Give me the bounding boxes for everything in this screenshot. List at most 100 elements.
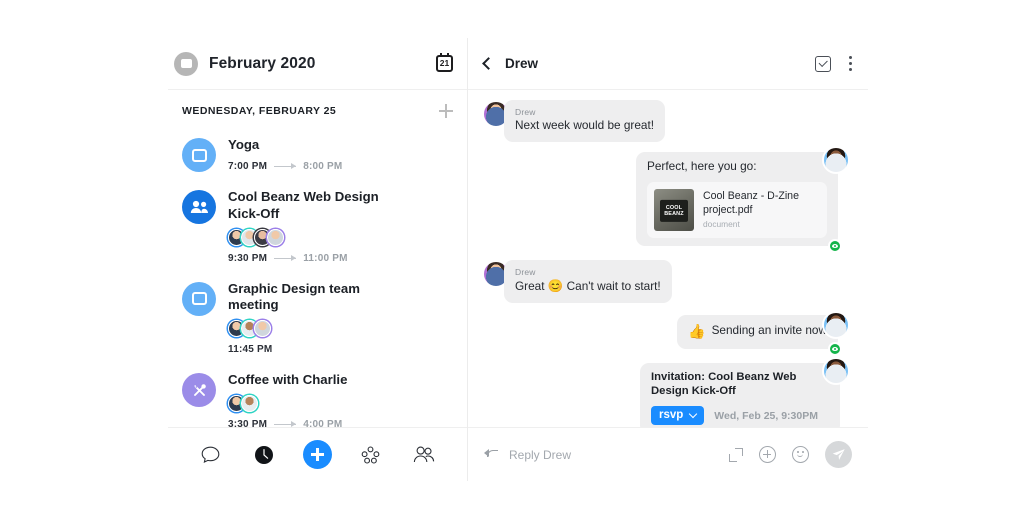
message-composer: Reply Drew — [468, 427, 868, 481]
message-row: Invitation: Cool Beanz Web Design Kick-O… — [482, 356, 850, 427]
add-event-icon[interactable] — [439, 104, 453, 118]
message-sender: Drew — [515, 266, 536, 277]
contacts-tab[interactable] — [409, 440, 439, 470]
chat-panel: Drew Drew Next week would be great! Perf… — [468, 38, 868, 481]
event-start-time: 7:00 PM — [228, 160, 268, 172]
invitation-card[interactable]: Invitation: Cool Beanz Web Design Kick-O… — [640, 362, 840, 427]
message-bubble[interactable]: 👍 Sending an invite now — [677, 314, 842, 356]
message-text: Next week would be great! — [515, 118, 655, 132]
attachment-thumb-label: COOL BEANZ — [660, 199, 688, 222]
chat-tab[interactable] — [196, 440, 226, 470]
checkbox-task-icon[interactable] — [815, 55, 831, 72]
list-item[interactable]: Cool Beanz Web Design Kick-Off 9:30 PM 1… — [168, 182, 467, 274]
plus-circle-icon — [759, 446, 776, 463]
event-end-time: 4:00 PM — [303, 418, 343, 427]
event-time: 9:30 PM 11:00 PM — [228, 253, 403, 264]
event-time: 11:45 PM — [228, 344, 403, 355]
food-event-icon — [182, 373, 216, 408]
attachment-name: Cool Beanz - D-Zine project.pdf — [703, 190, 799, 216]
emoji-smile-icon: 😊 — [547, 278, 564, 293]
invitation-actions: rsvp Wed, Feb 25, 9:30PM — [651, 406, 829, 425]
people-icon — [414, 446, 435, 463]
avatar — [267, 228, 284, 246]
message-sender: Drew — [515, 107, 536, 117]
chevron-down-icon — [689, 409, 698, 418]
emoji-button[interactable] — [792, 446, 809, 463]
event-end-time: 11:00 PM — [303, 252, 348, 264]
event-start-time: 11:45 PM — [228, 344, 273, 356]
list-item[interactable]: Coffee with Charlie 3:30 PM 4:00 PM — [168, 365, 467, 427]
reply-arrow-icon[interactable] — [484, 449, 498, 460]
rsvp-dropdown-button[interactable]: rsvp — [651, 406, 705, 425]
send-button[interactable] — [825, 441, 852, 468]
cluster-icon — [362, 445, 380, 464]
message-text: Great 😊 Can't wait to start! — [515, 278, 661, 295]
list-item[interactable]: Yoga 7:00 PM 8:00 PM — [168, 130, 467, 182]
create-button[interactable] — [302, 440, 332, 470]
message-list: Drew Next week would be great! Perfect, … — [468, 90, 868, 427]
avatar — [822, 356, 850, 385]
smiley-icon — [792, 446, 809, 463]
calendar-event-icon — [182, 281, 216, 316]
attach-button[interactable] — [759, 446, 776, 463]
status-badge-seen — [828, 341, 842, 356]
attendee-avatars[interactable] — [228, 394, 347, 412]
event-end-time: 8:00 PM — [303, 160, 343, 172]
arrow-icon — [274, 255, 297, 262]
expand-button[interactable] — [729, 447, 743, 462]
avatar — [254, 320, 271, 338]
event-title: Graphic Design team meeting — [228, 280, 360, 313]
message-text-before: Great — [515, 278, 545, 293]
message-text-body: Sending an invite now — [711, 323, 827, 338]
messaging-calendar-app: February 2020 21 WEDNESDAY, FEBRUARY 25 … — [168, 38, 868, 481]
message-row: Perfect, here you go: COOL BEANZ Cool Be… — [482, 145, 850, 253]
message-text: Perfect, here you go: — [647, 158, 757, 173]
reply-input[interactable]: Reply Drew — [509, 448, 713, 462]
event-title: Coffee with Charlie — [228, 372, 348, 388]
chat-header: Drew — [468, 38, 868, 90]
file-attachment[interactable]: COOL BEANZ Cool Beanz - D-Zine project.p… — [647, 181, 827, 238]
send-plane-icon — [832, 449, 845, 460]
status-badge-seen — [828, 238, 842, 253]
avatar — [822, 310, 850, 339]
back-chevron-icon[interactable] — [482, 57, 495, 70]
message-bubble[interactable]: Perfect, here you go: COOL BEANZ Cool Be… — [636, 151, 842, 253]
rsvp-label: rsvp — [659, 409, 684, 421]
event-start-time: 9:30 PM — [228, 252, 268, 264]
bottom-navigation — [168, 427, 467, 481]
chat-title: Drew — [505, 56, 539, 71]
message-bubble[interactable]: Drew Great 😊 Can't wait to start! — [504, 259, 672, 303]
composer-actions — [713, 441, 852, 468]
more-vertical-icon[interactable] — [849, 56, 852, 71]
emoji-thumbs-up-icon: 👍 — [688, 322, 706, 339]
people-glyph — [190, 200, 208, 213]
message-text: 👍 Sending an invite now — [688, 322, 827, 341]
event-title: Yoga — [228, 137, 260, 152]
event-time: 7:00 PM 8:00 PM — [228, 161, 342, 172]
day-header-row: WEDNESDAY, FEBRUARY 25 — [168, 90, 467, 126]
message-row: Drew Great 😊 Can't wait to start! — [482, 259, 850, 303]
event-time: 3:30 PM 4:00 PM — [228, 419, 347, 427]
avatar — [822, 145, 850, 174]
attendee-avatars[interactable] — [228, 228, 403, 246]
calendar-panel: February 2020 21 WEDNESDAY, FEBRUARY 25 … — [168, 38, 468, 481]
invitation-date: Wed, Feb 25, 9:30PM — [714, 409, 818, 422]
clock-tab[interactable] — [249, 440, 279, 470]
calendar-event-icon — [182, 138, 216, 172]
user-avatar-icon[interactable] — [174, 51, 198, 76]
calendar-date-icon[interactable]: 21 — [436, 53, 453, 72]
avatar — [241, 394, 258, 412]
list-item[interactable]: Graphic Design team meeting 11:45 PM — [168, 274, 467, 366]
clock-icon — [255, 445, 274, 464]
event-start-time: 3:30 PM — [228, 418, 268, 427]
invitation-title: Invitation: Cool Beanz Web Design Kick-O… — [651, 370, 797, 398]
group-event-icon — [182, 190, 216, 224]
attendee-avatars[interactable] — [228, 320, 403, 338]
apps-tab[interactable] — [356, 440, 386, 470]
arrow-icon — [274, 163, 297, 170]
chat-bubble-icon — [201, 446, 220, 463]
message-bubble[interactable]: Drew Next week would be great! — [504, 100, 666, 142]
page-title: February 2020 — [209, 54, 316, 72]
attachment-type: document — [703, 219, 740, 230]
arrow-icon — [274, 421, 297, 427]
